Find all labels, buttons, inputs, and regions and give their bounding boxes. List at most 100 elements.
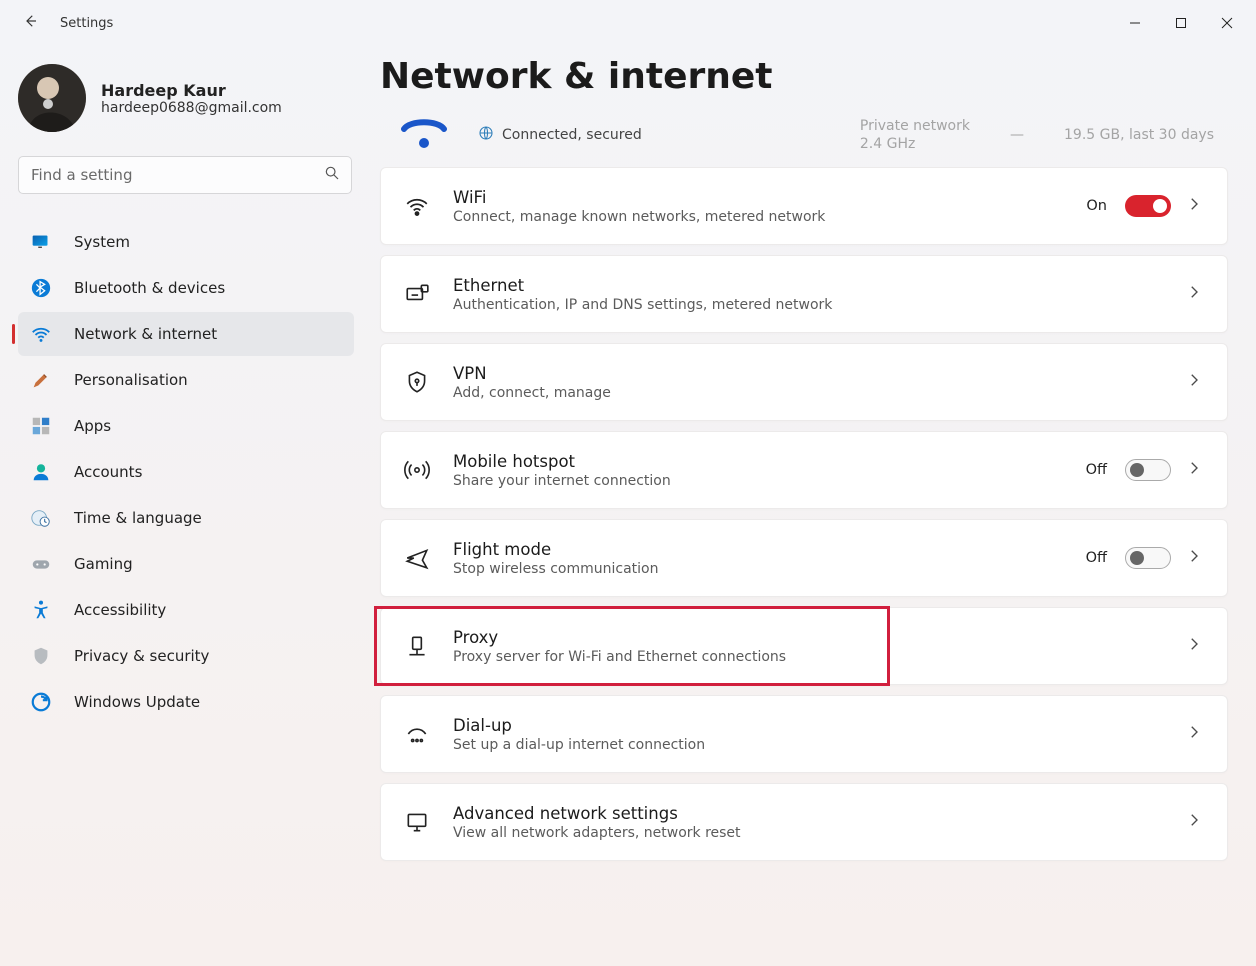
wifi-icon	[403, 192, 431, 220]
window-close-button[interactable]	[1204, 0, 1250, 46]
globe-icon	[478, 125, 494, 145]
close-icon	[1221, 17, 1233, 29]
sidebar-item-label: Accounts	[74, 463, 142, 481]
window-minimize-button[interactable]	[1112, 0, 1158, 46]
shield-icon	[30, 645, 52, 667]
search-input[interactable]	[18, 156, 352, 194]
card-subtitle: Proxy server for Wi-Fi and Ethernet conn…	[453, 649, 1163, 665]
sidebar-item-network[interactable]: Network & internet	[18, 312, 354, 356]
card-title: Ethernet	[453, 276, 1163, 295]
sidebar: Hardeep Kaur hardeep0688@gmail.com Syste…	[0, 46, 360, 966]
sidebar-item-apps[interactable]: Apps	[18, 404, 354, 448]
sidebar-item-label: Personalisation	[74, 371, 188, 389]
sidebar-item-label: Time & language	[74, 509, 202, 527]
avatar	[18, 64, 86, 132]
card-title: VPN	[453, 364, 1163, 383]
card-ethernet[interactable]: Ethernet Authentication, IP and DNS sett…	[380, 255, 1228, 333]
card-title: Advanced network settings	[453, 804, 1163, 823]
minimize-icon	[1129, 17, 1141, 29]
advanced-network-icon	[403, 808, 431, 836]
chevron-right-icon	[1185, 459, 1205, 481]
app-title: Settings	[60, 16, 113, 31]
toggle-label: Off	[1086, 462, 1107, 478]
sidebar-item-label: Privacy & security	[74, 647, 209, 665]
maximize-icon	[1175, 17, 1187, 29]
card-proxy[interactable]: Proxy Proxy server for Wi-Fi and Etherne…	[380, 607, 1228, 685]
sidebar-item-label: Windows Update	[74, 693, 200, 711]
toggle-label: Off	[1086, 550, 1107, 566]
user-name: Hardeep Kaur	[101, 81, 282, 100]
card-title: Proxy	[453, 628, 1163, 647]
airplane-icon	[403, 544, 431, 572]
search-container	[18, 156, 352, 194]
card-subtitle: Share your internet connection	[453, 473, 1064, 489]
search-icon	[324, 165, 340, 185]
sidebar-item-system[interactable]: System	[18, 220, 354, 264]
sidebar-item-accessibility[interactable]: Accessibility	[18, 588, 354, 632]
hotspot-toggle[interactable]	[1125, 459, 1171, 481]
connection-status: Connected, secured	[502, 127, 642, 143]
wifi-toggle[interactable]	[1125, 195, 1171, 217]
chevron-right-icon	[1185, 547, 1205, 569]
card-subtitle: Add, connect, manage	[453, 385, 1163, 401]
sidebar-item-gaming[interactable]: Gaming	[18, 542, 354, 586]
gamepad-icon	[30, 553, 52, 575]
card-subtitle: Set up a dial-up internet connection	[453, 737, 1163, 753]
user-email: hardeep0688@gmail.com	[101, 100, 282, 116]
sidebar-item-label: Accessibility	[74, 601, 166, 619]
update-icon	[30, 691, 52, 713]
card-wifi[interactable]: WiFi Connect, manage known networks, met…	[380, 167, 1228, 245]
hotspot-icon	[403, 456, 431, 484]
network-logo-icon	[394, 115, 454, 155]
sidebar-item-personalisation[interactable]: Personalisation	[18, 358, 354, 402]
chevron-right-icon	[1185, 723, 1205, 745]
display-icon	[30, 231, 52, 253]
ethernet-icon	[403, 280, 431, 308]
window-maximize-button[interactable]	[1158, 0, 1204, 46]
card-dial-up[interactable]: Dial-up Set up a dial-up internet connec…	[380, 695, 1228, 773]
card-title: Dial-up	[453, 716, 1163, 735]
data-usage: 19.5 GB, last 30 days	[1064, 127, 1214, 143]
settings-cards: WiFi Connect, manage known networks, met…	[380, 167, 1228, 881]
sidebar-item-bluetooth[interactable]: Bluetooth & devices	[18, 266, 354, 310]
chevron-right-icon	[1185, 195, 1205, 217]
chevron-right-icon	[1185, 371, 1205, 393]
wifi-icon	[30, 323, 52, 345]
card-vpn[interactable]: VPN Add, connect, manage	[380, 343, 1228, 421]
dash-separator: —	[1010, 127, 1024, 143]
user-block[interactable]: Hardeep Kaur hardeep0688@gmail.com	[18, 64, 354, 132]
sidebar-item-windows-update[interactable]: Windows Update	[18, 680, 354, 724]
back-button[interactable]	[18, 12, 42, 34]
apps-icon	[30, 415, 52, 437]
titlebar: Settings	[0, 0, 1256, 46]
card-title: Flight mode	[453, 540, 1064, 559]
network-status-bar: Connected, secured Private network 2.4 G…	[380, 109, 1228, 167]
paintbrush-icon	[30, 369, 52, 391]
band-label: 2.4 GHz	[860, 135, 970, 153]
sidebar-item-time-language[interactable]: Time & language	[18, 496, 354, 540]
card-title: WiFi	[453, 188, 1064, 207]
sidebar-item-label: Bluetooth & devices	[74, 279, 225, 297]
chevron-right-icon	[1185, 811, 1205, 833]
card-flight-mode[interactable]: Flight mode Stop wireless communication …	[380, 519, 1228, 597]
private-network-label: Private network	[860, 117, 970, 135]
bluetooth-icon	[30, 277, 52, 299]
accessibility-icon	[30, 599, 52, 621]
sidebar-item-accounts[interactable]: Accounts	[18, 450, 354, 494]
card-subtitle: Authentication, IP and DNS settings, met…	[453, 297, 1163, 313]
card-subtitle: Stop wireless communication	[453, 561, 1064, 577]
chevron-right-icon	[1185, 283, 1205, 305]
sidebar-item-privacy[interactable]: Privacy & security	[18, 634, 354, 678]
card-subtitle: Connect, manage known networks, metered …	[453, 209, 1064, 225]
back-arrow-icon	[21, 12, 39, 30]
dialup-icon	[403, 720, 431, 748]
page-title: Network & internet	[380, 56, 1228, 97]
card-mobile-hotspot[interactable]: Mobile hotspot Share your internet conne…	[380, 431, 1228, 509]
flight-mode-toggle[interactable]	[1125, 547, 1171, 569]
sidebar-item-label: Network & internet	[74, 325, 217, 343]
sidebar-item-label: Apps	[74, 417, 111, 435]
card-advanced-network[interactable]: Advanced network settings View all netwo…	[380, 783, 1228, 861]
sidebar-item-label: System	[74, 233, 130, 251]
vpn-shield-icon	[403, 368, 431, 396]
person-icon	[30, 461, 52, 483]
